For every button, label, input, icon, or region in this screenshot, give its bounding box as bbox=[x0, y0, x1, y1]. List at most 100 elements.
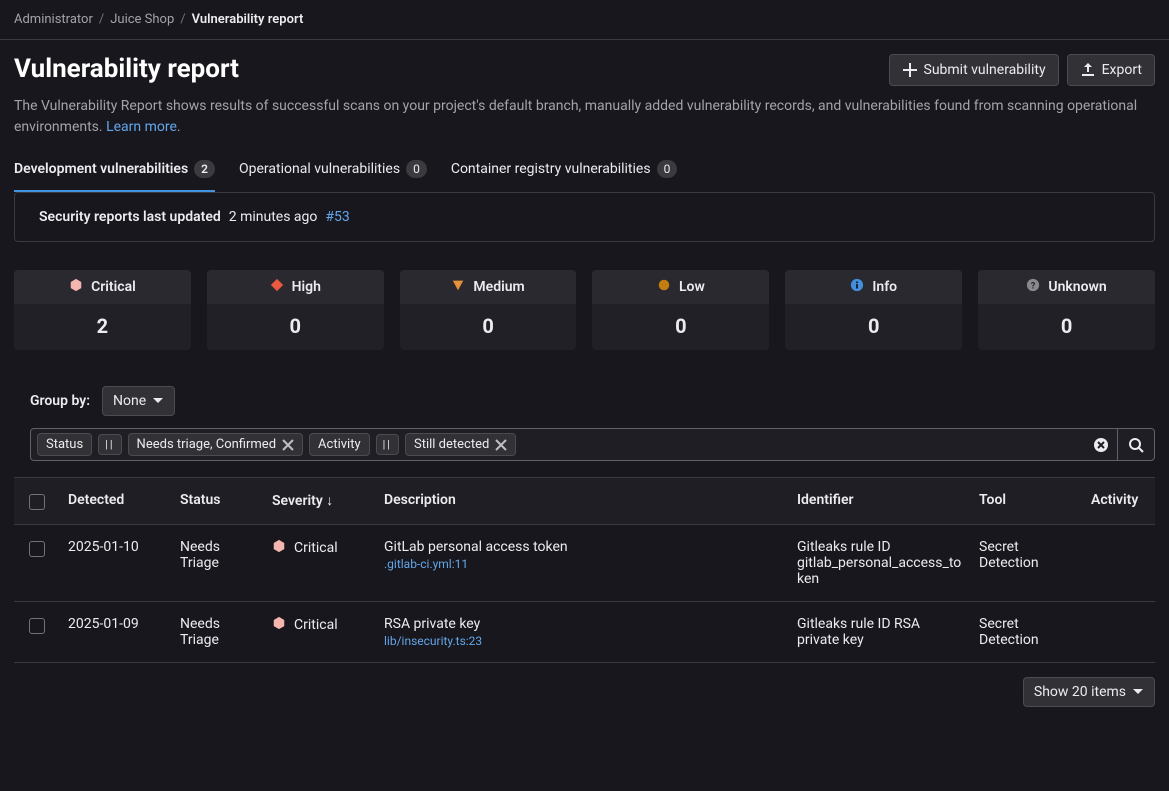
table-row: 2025-01-09 Needs Triage Critical RSA pri… bbox=[14, 602, 1155, 663]
severity-icon bbox=[451, 278, 465, 296]
breadcrumb-item[interactable]: Juice Shop bbox=[110, 12, 174, 27]
filter-chips: Status || Needs triage, Confirmed Activi… bbox=[31, 429, 1085, 460]
export-button[interactable]: Export bbox=[1067, 54, 1155, 86]
group-by-select[interactable]: None bbox=[102, 386, 175, 416]
severity-icon bbox=[850, 278, 864, 296]
severity-name: Critical bbox=[91, 279, 136, 295]
severity-name: Low bbox=[679, 279, 705, 295]
chevron-down-icon bbox=[152, 395, 164, 407]
severity-card-info[interactable]: Info 0 bbox=[785, 270, 962, 350]
show-items-select[interactable]: Show 20 items bbox=[1023, 677, 1155, 707]
severity-name: High bbox=[292, 279, 321, 295]
severity-card-head: Low bbox=[592, 270, 769, 304]
close-icon[interactable] bbox=[495, 439, 507, 451]
cell-identifier: Gitleaks rule ID gitlab_personal_access_… bbox=[789, 539, 971, 587]
col-detected[interactable]: Detected bbox=[60, 492, 172, 508]
tab-container-registry[interactable]: Container registry vulnerabilities 0 bbox=[451, 160, 677, 192]
group-by-label: Group by: bbox=[30, 393, 90, 409]
col-status[interactable]: Status bbox=[172, 492, 264, 508]
severity-text: Critical bbox=[294, 617, 338, 633]
severity-icon bbox=[272, 539, 286, 557]
row-checkbox[interactable] bbox=[29, 618, 45, 634]
col-tool[interactable]: Tool bbox=[971, 492, 1083, 508]
severity-count: 0 bbox=[207, 304, 384, 350]
tab-count: 0 bbox=[406, 160, 427, 178]
severity-card-high[interactable]: High 0 bbox=[207, 270, 384, 350]
tabs: Development vulnerabilities 2 Operationa… bbox=[14, 160, 1155, 192]
close-icon[interactable] bbox=[282, 439, 294, 451]
export-icon bbox=[1080, 62, 1096, 78]
clear-filters-button[interactable] bbox=[1085, 429, 1117, 460]
vulnerability-table: Detected Status Severity ↓ Description I… bbox=[14, 477, 1155, 663]
cell-severity: Critical bbox=[264, 616, 376, 634]
severity-card-low[interactable]: Low 0 bbox=[592, 270, 769, 350]
tab-label: Container registry vulnerabilities bbox=[451, 161, 651, 177]
cell-detected: 2025-01-10 bbox=[60, 539, 172, 555]
cell-tool: Secret Detection bbox=[971, 539, 1083, 571]
severity-text: Critical bbox=[294, 540, 338, 556]
severity-card-head: High bbox=[207, 270, 384, 304]
cell-status: Needs Triage bbox=[172, 616, 264, 648]
severity-icon bbox=[657, 278, 671, 296]
header-actions: Submit vulnerability Export bbox=[889, 54, 1155, 86]
severity-name: Unknown bbox=[1048, 279, 1106, 295]
breadcrumb-item-current: Vulnerability report bbox=[192, 12, 304, 27]
tab-operational[interactable]: Operational vulnerabilities 0 bbox=[239, 160, 427, 192]
cell-detected: 2025-01-09 bbox=[60, 616, 172, 632]
row-checkbox[interactable] bbox=[29, 541, 45, 557]
filter-value-status[interactable]: Needs triage, Confirmed bbox=[128, 433, 303, 456]
description-path[interactable]: lib/insecurity.ts:23 bbox=[384, 634, 781, 648]
chevron-down-icon bbox=[1132, 686, 1144, 698]
description-path[interactable]: .gitlab-ci.yml:11 bbox=[384, 557, 781, 571]
submit-vulnerability-label: Submit vulnerability bbox=[924, 62, 1046, 78]
page-title: Vulnerability report bbox=[14, 54, 239, 84]
search-button[interactable] bbox=[1117, 429, 1154, 460]
tab-count: 2 bbox=[194, 160, 215, 178]
last-updated-time: 2 minutes ago bbox=[229, 209, 318, 225]
group-by-row: Group by: None bbox=[14, 386, 1155, 416]
tab-development[interactable]: Development vulnerabilities 2 bbox=[14, 160, 215, 192]
severity-card-head: ? Unknown bbox=[978, 270, 1155, 304]
tab-count: 0 bbox=[657, 160, 678, 178]
tab-label: Development vulnerabilities bbox=[14, 161, 188, 177]
clear-icon bbox=[1093, 437, 1109, 453]
severity-card-head: Info bbox=[785, 270, 962, 304]
breadcrumb-separator: / bbox=[99, 12, 104, 27]
severity-name: Medium bbox=[473, 279, 524, 295]
last-updated-box: Security reports last updated 2 minutes … bbox=[14, 192, 1155, 242]
filter-value-activity[interactable]: Still detected bbox=[405, 433, 516, 456]
pipeline-link[interactable]: #53 bbox=[325, 209, 349, 225]
filter-key-activity[interactable]: Activity bbox=[309, 433, 370, 456]
submit-vulnerability-button[interactable]: Submit vulnerability bbox=[889, 54, 1059, 86]
cell-description[interactable]: RSA private key lib/insecurity.ts:23 bbox=[376, 616, 789, 648]
cell-identifier: Gitleaks rule ID RSA private key bbox=[789, 616, 971, 648]
cell-tool: Secret Detection bbox=[971, 616, 1083, 648]
last-updated-label: Security reports last updated bbox=[39, 209, 221, 225]
export-label: Export bbox=[1102, 62, 1142, 78]
plus-icon bbox=[902, 62, 918, 78]
severity-card-medium[interactable]: Medium 0 bbox=[400, 270, 577, 350]
severity-card-head: Medium bbox=[400, 270, 577, 304]
breadcrumb-separator: / bbox=[180, 12, 185, 27]
filter-key-status[interactable]: Status bbox=[37, 433, 92, 456]
col-identifier[interactable]: Identifier bbox=[789, 492, 971, 508]
severity-count: 0 bbox=[785, 304, 962, 350]
filter-bar[interactable]: Status || Needs triage, Confirmed Activi… bbox=[30, 428, 1155, 461]
severity-icon bbox=[272, 616, 286, 634]
search-icon bbox=[1128, 437, 1144, 453]
severity-icon: ? bbox=[1026, 278, 1040, 296]
filter-separator: || bbox=[98, 434, 121, 455]
table-header: Detected Status Severity ↓ Description I… bbox=[14, 477, 1155, 525]
learn-more-link[interactable]: Learn more bbox=[106, 119, 177, 135]
col-severity[interactable]: Severity ↓ bbox=[264, 492, 376, 509]
col-activity[interactable]: Activity bbox=[1083, 492, 1155, 508]
description-text: GitLab personal access token bbox=[384, 539, 781, 555]
cell-description[interactable]: GitLab personal access token .gitlab-ci.… bbox=[376, 539, 789, 571]
col-description[interactable]: Description bbox=[376, 492, 789, 508]
page-description: The Vulnerability Report shows results o… bbox=[14, 96, 1155, 138]
breadcrumb-item[interactable]: Administrator bbox=[14, 12, 93, 27]
severity-card-unknown[interactable]: ? Unknown 0 bbox=[978, 270, 1155, 350]
select-all-checkbox[interactable] bbox=[29, 494, 45, 510]
severity-card-critical[interactable]: Critical 2 bbox=[14, 270, 191, 350]
sort-descending-icon: ↓ bbox=[326, 493, 333, 509]
